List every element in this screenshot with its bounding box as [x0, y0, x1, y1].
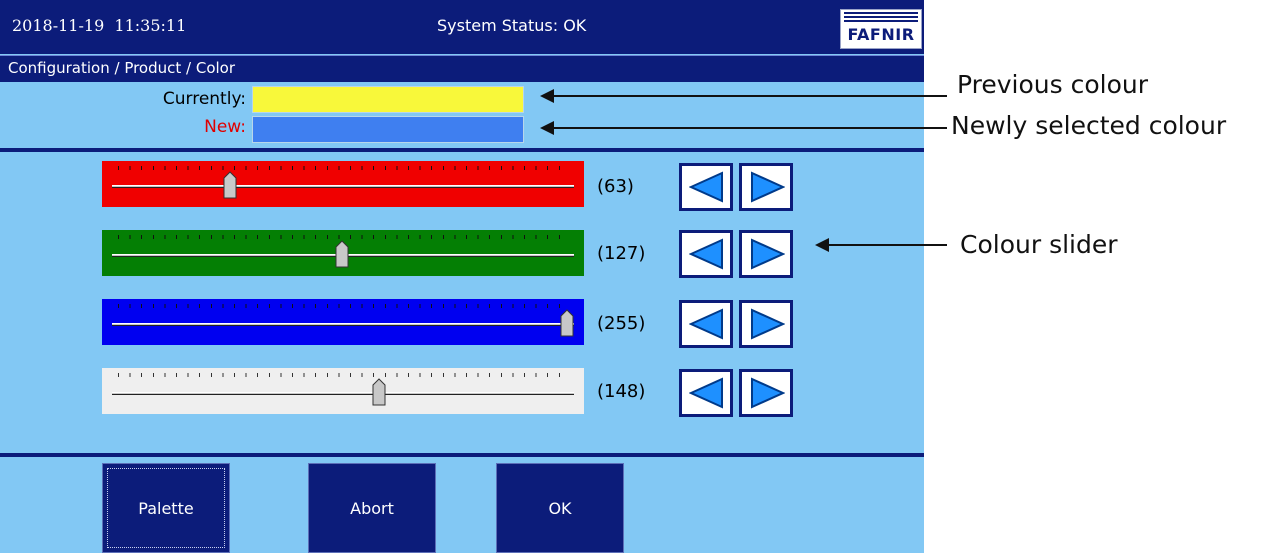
previous-colour-callout: Previous colour [957, 70, 1149, 99]
breadcrumb: Configuration / Product / Color [8, 59, 236, 77]
green-increase-button[interactable] [739, 230, 793, 278]
slider-thumb[interactable] [223, 171, 237, 199]
slider-track [112, 185, 574, 188]
abort-button[interactable]: Abort [308, 463, 436, 553]
new-label: New: [204, 117, 246, 137]
brightness-decrease-button[interactable] [679, 369, 733, 417]
divider-bottom [0, 453, 924, 457]
slider-ticks [118, 166, 568, 170]
palette-button[interactable]: Palette [102, 463, 230, 553]
device-screen: 2018-11-19 11:35:11 System Status: OK FA… [0, 0, 924, 553]
datetime: 2018-11-19 11:35:11 [12, 16, 187, 35]
slider-ticks [118, 304, 568, 308]
blue-increase-button[interactable] [739, 300, 793, 348]
brightness-value: (148) [597, 381, 646, 402]
slider-thumb[interactable] [335, 240, 349, 268]
blue-value: (255) [597, 313, 646, 334]
currently-label: Currently: [162, 89, 246, 109]
right-arrow-icon [751, 238, 785, 270]
slider-track [112, 392, 574, 395]
blue-decrease-button[interactable] [679, 300, 733, 348]
brightness-increase-button[interactable] [739, 369, 793, 417]
red-increase-button[interactable] [739, 163, 793, 211]
slider-thumb[interactable] [372, 378, 386, 406]
right-arrow-icon [751, 171, 785, 203]
new-colour-callout: Newly selected colour [951, 111, 1227, 140]
red-decrease-button[interactable] [679, 163, 733, 211]
divider-top [0, 148, 924, 152]
top-bar: 2018-11-19 11:35:11 System Status: OK FA… [0, 0, 924, 54]
logo-text: FAFNIR [847, 25, 915, 44]
current-color-swatch [252, 86, 524, 113]
slider-thumb[interactable] [560, 309, 574, 337]
slider-ticks [118, 235, 568, 239]
slider-ticks [118, 373, 568, 377]
right-arrow-icon [751, 377, 785, 409]
fafnir-logo: FAFNIR [840, 9, 922, 49]
green-decrease-button[interactable] [679, 230, 733, 278]
brightness-slider[interactable] [102, 368, 584, 414]
left-arrow-icon [689, 377, 723, 409]
red-value: (63) [597, 176, 634, 197]
green-value: (127) [597, 243, 646, 264]
new-colour-arrow [540, 121, 947, 135]
left-arrow-icon [689, 171, 723, 203]
right-arrow-icon [751, 308, 785, 340]
breadcrumb-bar: Configuration / Product / Color [0, 55, 924, 82]
logo-lines [844, 12, 918, 23]
blue-slider[interactable] [102, 299, 584, 345]
previous-colour-arrow [540, 89, 947, 103]
red-slider[interactable] [102, 161, 584, 207]
colour-slider-arrow [815, 238, 947, 252]
green-slider[interactable] [102, 230, 584, 276]
system-status: System Status: OK [437, 16, 587, 35]
new-color-swatch [252, 116, 524, 143]
ok-button[interactable]: OK [496, 463, 624, 553]
slider-track [112, 323, 574, 326]
left-arrow-icon [689, 238, 723, 270]
left-arrow-icon [689, 308, 723, 340]
colour-slider-callout: Colour slider [960, 230, 1118, 259]
